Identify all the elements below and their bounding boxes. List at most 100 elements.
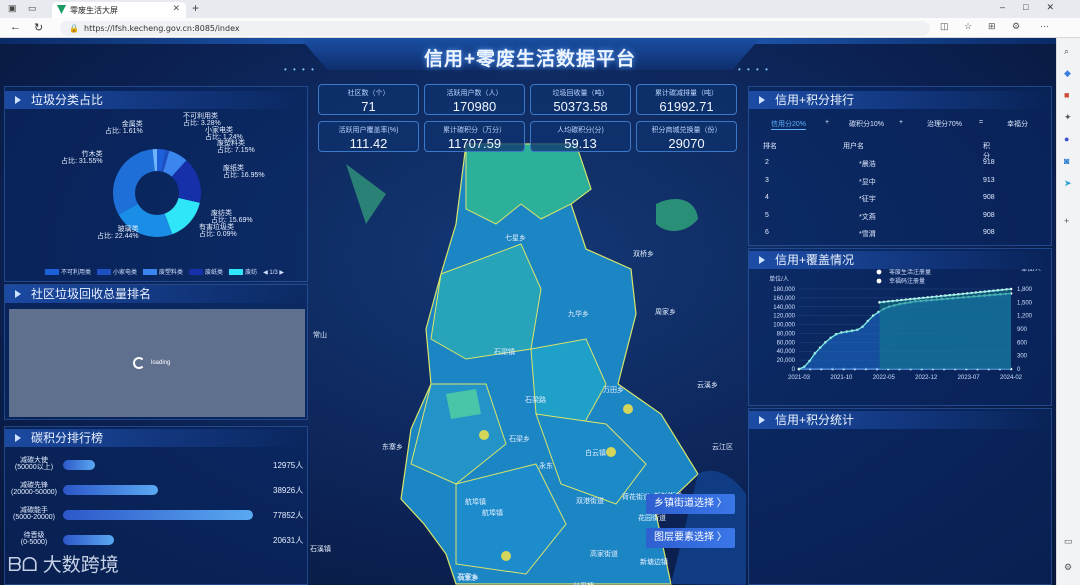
stat-label: 人均碳积分(分) [557,127,604,134]
map-label: 双港街道 [576,498,604,505]
legend-series-0: 零废生活注册量 [889,269,931,276]
legend-item[interactable]: 废纸类 [189,269,224,276]
legend-pager[interactable]: ◀ 1/3 ▶ [263,270,284,276]
refresh-icon[interactable]: ↻ [34,21,43,34]
town-street-select-button[interactable]: 乡镇街道选择 〉 [646,494,735,514]
map-label: 永东 [539,463,553,470]
map-label: 双桥乡 [633,251,654,258]
y-tick-right: 1,800 [1017,287,1033,293]
shopping-icon[interactable]: ■ [1064,90,1069,100]
close-tab-icon[interactable]: ✕ [172,4,180,14]
sidebar-layout-icon[interactable]: ▭ [1064,536,1073,547]
legend-item[interactable]: 废纺 [229,269,258,276]
donut-label: 废纺类 占比: 15.69% [211,210,253,224]
carbon-row-range: (5000-20000) [12,514,56,521]
more-icon[interactable]: ⋯ [1040,21,1049,32]
lock-icon: 🔒 [69,24,79,33]
slice-pct: 占比: 22.44% [97,233,139,240]
legend-label: 不可利用类 [61,270,92,276]
profile-icon[interactable]: ▣ [8,3,17,14]
collections-icon[interactable]: ⊞ [988,21,996,32]
address-input[interactable]: 🔒 https://lfsh.kecheng.gov.cn:8085/index [60,21,930,36]
rank-user: *晨浩 [859,161,876,168]
stat-label: 累计碳减排量（吨） [655,90,718,97]
donut-slice[interactable] [113,149,155,215]
add-icon[interactable]: + [1064,216,1069,226]
stat-value: 71 [361,99,376,114]
layer-select-button[interactable]: 图层要素选择 〉 [646,528,735,548]
watermark: ᗷᗝ 大数跨境 [8,555,119,576]
legend-item[interactable]: 小家电类 [97,269,138,276]
search-icon[interactable]: ⌕ [1064,46,1069,57]
map-label: 黄家乡 [458,575,479,582]
formula-item[interactable]: 碳积分10% [849,119,884,129]
legend-marker [876,278,882,284]
rank-rank: 3 [765,176,769,184]
stat-card: 社区数（个） 71 [318,84,419,115]
y-tick-right: 1,200 [1017,314,1033,320]
carbon-value: 12975人 [273,461,304,470]
url-text: https://lfsh.kecheng.gov.cn:8085/index [84,24,240,33]
tag-icon[interactable]: ◆ [1064,68,1071,79]
legend-label: 废塑料类 [159,270,184,276]
formula-item[interactable]: 幸福分 [1007,119,1028,129]
tab-title: 零废生活大屏 [70,6,118,15]
map-label: 航埠镇 [482,510,503,517]
map-label: 七星乡 [505,235,526,242]
stat-value: 11707.59 [447,136,502,151]
map-label: 云溪乡 [697,382,718,389]
slice-pct: 占比: 0.09% [199,231,237,238]
outlook-icon[interactable]: ◙ [1064,156,1069,166]
y-tick-left: 140,000 [773,305,795,311]
legend-label: 小家电类 [113,270,138,276]
map-label: 万田乡 [603,387,624,394]
carbon-row-label: 减碳大使 (50000以上) [11,457,57,471]
slice-name: 有害垃圾类 [199,224,234,231]
stat-card: 累计碳减排量（吨） 61992.71 [636,84,737,115]
browser-chrome: ▣ ▭ 零废生活大屏 ✕ + –□✕ ← ↻ 🔒 https://lfsh.ke… [0,0,1080,38]
stat-label: 社区数（个） [347,90,390,97]
legend-item[interactable]: 不可利用类 [45,269,92,276]
legend-label: 废纸类 [205,270,224,276]
y-tick-left: 160,000 [773,296,795,302]
tab-active[interactable]: 零废生活大屏 ✕ [52,2,186,18]
x-tick: 2021-03 [788,375,811,381]
carbon-row-label: 减碳先锋 (20000-50000) [11,482,57,496]
y-tick-right: 600 [1017,340,1028,346]
slice-name: 废纸类 [223,165,244,172]
formula-tab-active[interactable]: 信用分20% [771,119,807,130]
settings-icon[interactable]: ⚙ [1064,562,1072,573]
new-tab-button[interactable]: + [192,1,199,15]
stat-value: 111.42 [349,136,388,151]
back-icon[interactable]: ← [10,21,21,33]
tools-icon[interactable]: ✦ [1064,112,1072,123]
page-title: 信用+零废生活数据平台 [423,49,637,70]
map-label: 石梁路 [525,397,546,404]
stat-value: 29070 [668,136,705,151]
map-label: 白云镇 [585,450,606,457]
stat-value: 61992.71 [659,99,714,114]
tab-actions-icon[interactable]: ▭ [28,3,37,14]
send-icon[interactable]: ➤ [1064,178,1072,189]
donut-label: 小家电类 占比: 1.24% [205,127,243,141]
community-rank-panel: 社区垃圾回收总量排名 loading [4,284,308,420]
legend-label: 废纺 [245,270,258,276]
carbon-value: 38926人 [273,486,304,495]
split-screen-icon[interactable]: ◫ [940,21,949,32]
copilot-icon[interactable]: ● [1064,134,1069,144]
extensions-icon[interactable]: ⚙ [1012,21,1020,32]
carbon-row-range: (0-5000) [20,539,48,546]
header-score: 积分 [983,143,990,160]
rank-user: *显中 [859,178,876,186]
map-label: 新塘边镇 [640,559,668,566]
window-controls[interactable]: –□✕ [1000,2,1072,13]
formula-item[interactable]: 治理分70% [927,119,962,129]
slice-pct: 占比: 15.69% [211,217,253,224]
waste-category-panel: 垃圾分类占比 不可利用类 占比: 3.28% 小家电类 占比: 1.24% 废塑料类 占比… [4,86,308,282]
legend-item[interactable]: 废塑料类 [143,269,184,276]
carbon-row-name: 减碳大使 [20,457,48,464]
address-bar-row: ← ↻ 🔒 https://lfsh.kecheng.gov.cn:8085/i… [0,18,1080,38]
stat-value: 59.13 [564,136,597,151]
favorites-icon[interactable]: ☆ [964,21,972,32]
y-label-left: 单位/人 [769,275,789,283]
